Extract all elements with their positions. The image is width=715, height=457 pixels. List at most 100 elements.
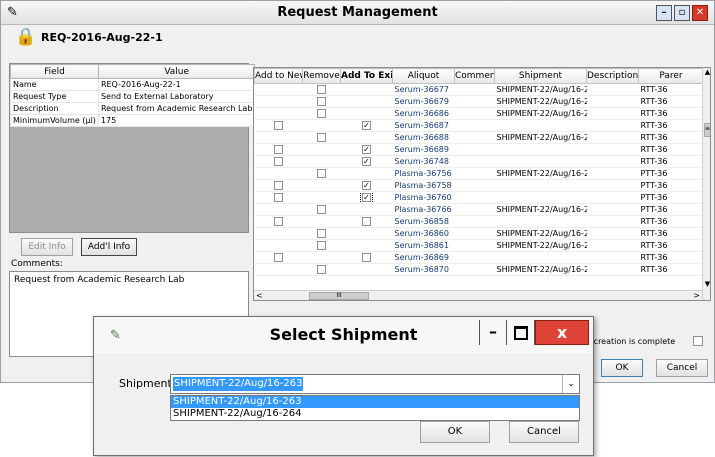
scroll-down-arrow-icon[interactable]: ▼ (703, 280, 710, 288)
comment-cell (454, 83, 495, 96)
table-row[interactable]: Plasma-36766 SHIPMENT-22/Aug/16-263 PTT-36 (254, 203, 704, 216)
remove-checkbox[interactable] (317, 97, 326, 106)
add-to-existing-checkbox[interactable]: ✓ (360, 191, 373, 203)
scroll-left-arrow-icon[interactable]: < (256, 291, 263, 300)
add-to-existing-checkbox[interactable] (362, 253, 371, 262)
chevron-down-icon[interactable]: ⌄ (562, 375, 579, 393)
remove-cell (302, 179, 341, 192)
table-row[interactable]: ✓ Serum-36689 RTT-36 (254, 143, 704, 156)
remove-checkbox[interactable] (317, 109, 326, 118)
dialog-ok-button[interactable]: OK (420, 421, 490, 443)
add-to-new-checkbox[interactable] (274, 193, 283, 202)
shipment-cell (494, 251, 587, 264)
add-to-existing-checkbox[interactable]: ✓ (362, 145, 371, 154)
remove-checkbox[interactable] (317, 169, 326, 178)
table-row[interactable]: Plasma-36756 SHIPMENT-22/Aug/16-263 PTT-36 (254, 167, 704, 180)
shipment-option[interactable]: SHIPMENT-22/Aug/16-264 (171, 408, 579, 420)
window-title-bar[interactable]: ✎ Request Management – ▫ ✕ (1, 1, 714, 25)
dialog-minimize-button[interactable]: – (479, 320, 507, 345)
table-row[interactable]: Description Request from Academic Resear… (10, 102, 256, 115)
table-row[interactable]: ✓ Serum-36748 RTT-36 (254, 155, 704, 168)
close-button[interactable]: ✕ (692, 5, 708, 21)
table-row[interactable]: Request Type Send to External Laboratory (10, 90, 256, 103)
aliquot-header[interactable]: Aliquot (392, 68, 455, 84)
comment-cell (454, 179, 495, 192)
table-row[interactable]: Serum-36870 SHIPMENT-22/Aug/16-263 RTT-36 (254, 263, 704, 276)
minimize-button[interactable]: – (656, 5, 672, 21)
add-to-existing-header[interactable]: Add To Existing (340, 68, 393, 84)
add-to-new-cell (254, 95, 303, 108)
description-cell (586, 239, 639, 252)
cancel-button[interactable]: Cancel (656, 359, 708, 377)
shipment-combobox[interactable]: SHIPMENT-22/Aug/16-263 ⌄ (170, 374, 580, 394)
parent-header[interactable]: Parer (638, 68, 704, 84)
description-header[interactable]: Description (586, 68, 639, 84)
shipment-label: Shipment: (119, 377, 176, 390)
shipment-selected-value: SHIPMENT-22/Aug/16-263 (173, 377, 304, 391)
ok-button[interactable]: OK (601, 359, 643, 377)
comment-header[interactable]: Comment (454, 68, 495, 84)
maximize-button[interactable]: ▫ (674, 5, 690, 21)
aliquot-cell: Serum-36870 (392, 263, 455, 276)
remove-checkbox[interactable] (317, 241, 326, 250)
comments-label: Comments: (11, 259, 63, 269)
horizontal-scrollbar[interactable]: < III > (254, 290, 702, 300)
add-to-existing-checkbox[interactable]: ✓ (362, 121, 371, 130)
remove-checkbox[interactable] (317, 229, 326, 238)
aliquot-cell: Serum-36858 (392, 215, 455, 228)
add-to-new-checkbox[interactable] (274, 157, 283, 166)
add-to-new-checkbox[interactable] (274, 145, 283, 154)
table-row[interactable]: Serum-36688 SHIPMENT-22/Aug/16-263 RTT-36 (254, 131, 704, 144)
scroll-up-arrow-icon[interactable]: ▲ (703, 68, 710, 76)
remove-checkbox[interactable] (317, 265, 326, 274)
table-row[interactable]: MinimumVolume (µl) 175 (10, 114, 256, 127)
shipment-cell (494, 215, 587, 228)
remove-checkbox[interactable] (317, 133, 326, 142)
shipment-header[interactable]: Shipment (494, 68, 587, 84)
scroll-thumb[interactable]: ≡ (704, 123, 710, 137)
value-cell: Request from Academic Research Lab (97, 102, 256, 115)
vertical-scrollbar[interactable]: ▲ ≡ ▼ (702, 68, 710, 300)
remove-checkbox[interactable] (317, 205, 326, 214)
aliquot-cell: Plasma-36760 (392, 191, 455, 204)
scroll-right-arrow-icon[interactable]: > (693, 291, 700, 300)
table-row[interactable]: Serum-36861 SHIPMENT-22/Aug/16-263 RTT-36 (254, 239, 704, 252)
add-to-existing-checkbox[interactable]: ✓ (362, 157, 371, 166)
table-row[interactable]: Name REQ-2016-Aug-22-1 (10, 78, 256, 91)
shipment-cell (494, 155, 587, 168)
table-row[interactable]: Serum-36679 SHIPMENT-22/Aug/16-263 RTT-36 (254, 95, 704, 108)
dialog-maximize-button[interactable] (507, 320, 535, 345)
table-row[interactable]: ✓ Plasma-36760 PTT-36 (254, 191, 704, 204)
table-row[interactable]: Serum-36869 RTT-36 (254, 251, 704, 264)
table-row[interactable]: Serum-36858 RTT-36 (254, 215, 704, 228)
table-row[interactable]: ✓ Plasma-36758 PTT-36 (254, 179, 704, 192)
remove-header[interactable]: Remove (302, 68, 341, 84)
remove-checkbox[interactable] (317, 85, 326, 94)
shipment-cell: SHIPMENT-22/Aug/16-263 (494, 83, 587, 96)
table-row[interactable]: Serum-36677 SHIPMENT-22/Aug/16-263 RTT-36 (254, 83, 704, 96)
dialog-close-button[interactable]: x (535, 320, 589, 345)
add-to-existing-checkbox[interactable] (362, 217, 371, 226)
value-column-header[interactable]: Value (97, 64, 256, 79)
add-to-new-header[interactable]: Add to New (254, 68, 303, 84)
dialog-title-bar[interactable]: ✎ Select Shipment – x (94, 317, 593, 353)
edit-info-button[interactable]: Edit Info (21, 238, 73, 256)
dialog-cancel-button[interactable]: Cancel (509, 421, 579, 443)
addl-info-button[interactable]: Add'l Info (81, 238, 137, 256)
table-row[interactable]: Serum-36686 SHIPMENT-22/Aug/16-263 RTT-36 (254, 107, 704, 120)
shipment-option[interactable]: SHIPMENT-22/Aug/16-263 (171, 396, 579, 408)
add-to-new-checkbox[interactable] (274, 253, 283, 262)
value-cell: REQ-2016-Aug-22-1 (97, 78, 256, 91)
add-to-new-checkbox[interactable] (274, 181, 283, 190)
description-cell (586, 227, 639, 240)
table-row[interactable]: Serum-36860 SHIPMENT-22/Aug/16-263 RTT-36 (254, 227, 704, 240)
value-cell: Send to External Laboratory (97, 90, 256, 103)
add-to-existing-checkbox[interactable]: ✓ (362, 181, 371, 190)
horizontal-scroll-thumb[interactable]: III (309, 292, 369, 300)
field-column-header[interactable]: Field (10, 64, 99, 79)
parent-cell: RTT-36 (638, 83, 704, 96)
table-row[interactable]: ✓ Serum-36687 RTT-36 (254, 119, 704, 132)
add-to-new-checkbox[interactable] (274, 121, 283, 130)
creation-complete-checkbox[interactable] (693, 336, 703, 346)
add-to-new-checkbox[interactable] (274, 217, 283, 226)
